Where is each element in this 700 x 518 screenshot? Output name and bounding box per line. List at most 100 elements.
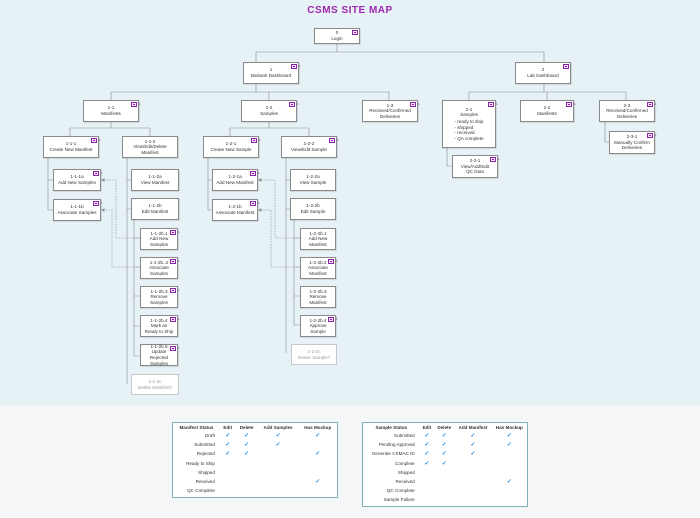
node-mark-ready-to-ship: 1 1-1-2b.4 Mark as Ready to Ship [140,315,180,337]
check-icon: ✓ [441,442,447,449]
empty-cell [434,477,454,486]
mockup-icon [352,30,358,35]
node-label: 1-2-2 View/Edit Sample [291,141,327,152]
node-lab-manifests: 1 2-2 Manifests [520,100,576,122]
mockup-icon: 1 [93,171,103,176]
table-row: Shipped [173,468,337,477]
node-label: 2-2-1 View/Add/Edit QC Data [460,158,490,175]
node-label: 2-2 Manifests [537,105,557,116]
empty-cell [299,468,337,477]
mockup-icon: 1 [566,102,576,107]
empty-cell [454,477,491,486]
node-create-new-sample: 1 1-2-1 Create New Sample [203,136,261,158]
check-icon: ✓ [506,442,512,449]
legend-area [0,406,700,518]
node-label: 1-1-1b Associate Samples [57,204,97,215]
mockup-icon: 1 [170,230,180,235]
node-remove-samples: 1 1-1-2b.3 Remove Samples [140,286,180,308]
status-cell: Submitted [394,433,415,439]
status-cell: Pending Approval [378,442,415,448]
mockup-icon: 1 [170,288,180,293]
node-label: 1-1-1 Create New Manifest [49,141,93,152]
mockup-icon: 1 [329,138,339,143]
node-view-edit-delete-manifest: 1-1-2 View/Edit/Delete Manifest [122,136,178,158]
status-cell: Draft [204,433,215,439]
check-icon: ✓ [424,442,430,449]
node-edit-sample: 1-2-2b Edit Sample [290,198,336,220]
table-row: Submitted ✓ ✓ ✓ [173,440,337,449]
empty-cell [434,468,454,477]
mockup-icon: 1 [170,317,180,322]
node-label: 1-2-2b.4 Approve Sample [309,317,327,334]
status-cell: Generate CSMAC ID [371,451,415,457]
node-samples: 1 1-2 Samples [241,100,299,122]
node-lab-samples: 1 2-1 Samples - ready to ship - shipped - re… [442,100,498,148]
node-label: 1-1-2c Delete Manifest? [137,378,173,390]
empty-cell [220,477,236,486]
empty-cell [236,468,258,477]
check-icon: ✓ [470,433,476,440]
node-label: 2-3 Received/Confirmed Deliveries [606,102,648,119]
empty-cell [258,449,299,458]
empty-cell [420,468,434,477]
check-icon: ✓ [275,442,281,449]
check-icon: ✓ [424,451,430,458]
table-row: QC Complete [363,486,527,495]
table-row: QC Complete [173,486,337,495]
node-label: 1-2-2b Edit Sample [300,203,326,214]
node-label: 1-1-2b Edit Manifest [141,203,169,214]
list-item: - ready to ship [454,118,484,124]
node-login: 0 Login [314,28,360,44]
node-manifests: 1 1-1 Manifests [83,100,141,122]
node-label: 1-1-2b..2 Associate Samples [149,259,169,276]
status-cell: Sample Failure [383,497,415,503]
empty-cell [454,459,491,468]
table-row: Rejected ✓ ✓ ✓ [173,449,337,458]
status-cell: Shipped [198,469,215,475]
mockup-icon: 1 [488,102,498,107]
check-icon: ✓ [244,442,250,449]
check-icon: ✓ [244,433,250,440]
node-label: 1-1-2 View/Edit/Delete Manifest [133,138,167,155]
empty-cell [420,486,434,495]
table-row: Complete ✓ ✓ [363,459,527,468]
mockup-icon: 1 [91,138,101,143]
status-cell: QC Complete [187,488,215,494]
node-associate-samples: 1 1-1-1b Associate Samples [53,199,103,221]
empty-cell [434,495,454,504]
node-label: 1-3 Received/Confirmed Deliveries [369,102,411,119]
mockup-icon: 1 [170,259,180,264]
node-label: 1-2 Samples [260,105,278,116]
table-row: Pending Approval ✓ ✓ ✓ ✓ [363,440,527,449]
node-create-new-manifest: 1 1-1-1 Create New Manifest [43,136,101,158]
sample-status-list: - ready to ship - shipped - received - QA c… [454,119,483,141]
node-view-sample: 1-2-2a View Sample [290,169,336,191]
node-add-new-samples: 1 1-1-1a Add New Samples [53,169,103,191]
empty-cell [299,486,337,495]
node-label: 2 Lab Dashboard [527,67,559,78]
empty-cell [299,459,337,468]
mockup-icon: 1 [647,102,657,107]
status-cell: Received [195,479,215,485]
empty-cell [236,459,258,468]
sample-status-table: Sample Status Edit Delete Add Manifest H… [362,422,528,507]
check-icon: ✓ [275,433,281,440]
check-icon: ✓ [441,433,447,440]
node-label: 1 Biobank Dashboard [250,67,292,78]
status-cell: QC Complete [386,488,415,494]
mockup-icon [563,64,569,69]
empty-cell [420,477,434,486]
empty-cell [220,468,236,477]
node-remove-manifest: 1-2-2b.3 Remove Manifest [300,286,336,308]
empty-cell [492,468,527,477]
node-view-add-edit-qc-data: 1 2-2-1 View/Add/Edit QC Data [452,155,500,178]
node-delete-sample: 1-2-2c Delete Sample? [291,344,337,365]
empty-cell [220,486,236,495]
check-icon: ✓ [244,451,250,458]
empty-cell [454,468,491,477]
check-icon: ✓ [225,433,231,440]
node-label: 1-2-1b Associate Manifest [215,204,255,215]
node-received-confirmed-deliveries: 1 1-3 Received/Confirmed Deliveries [362,100,420,122]
table-row: Ready to Ship [173,459,337,468]
manifest-status-table: Manifest Status Edit Delete Add Samples … [172,422,338,498]
